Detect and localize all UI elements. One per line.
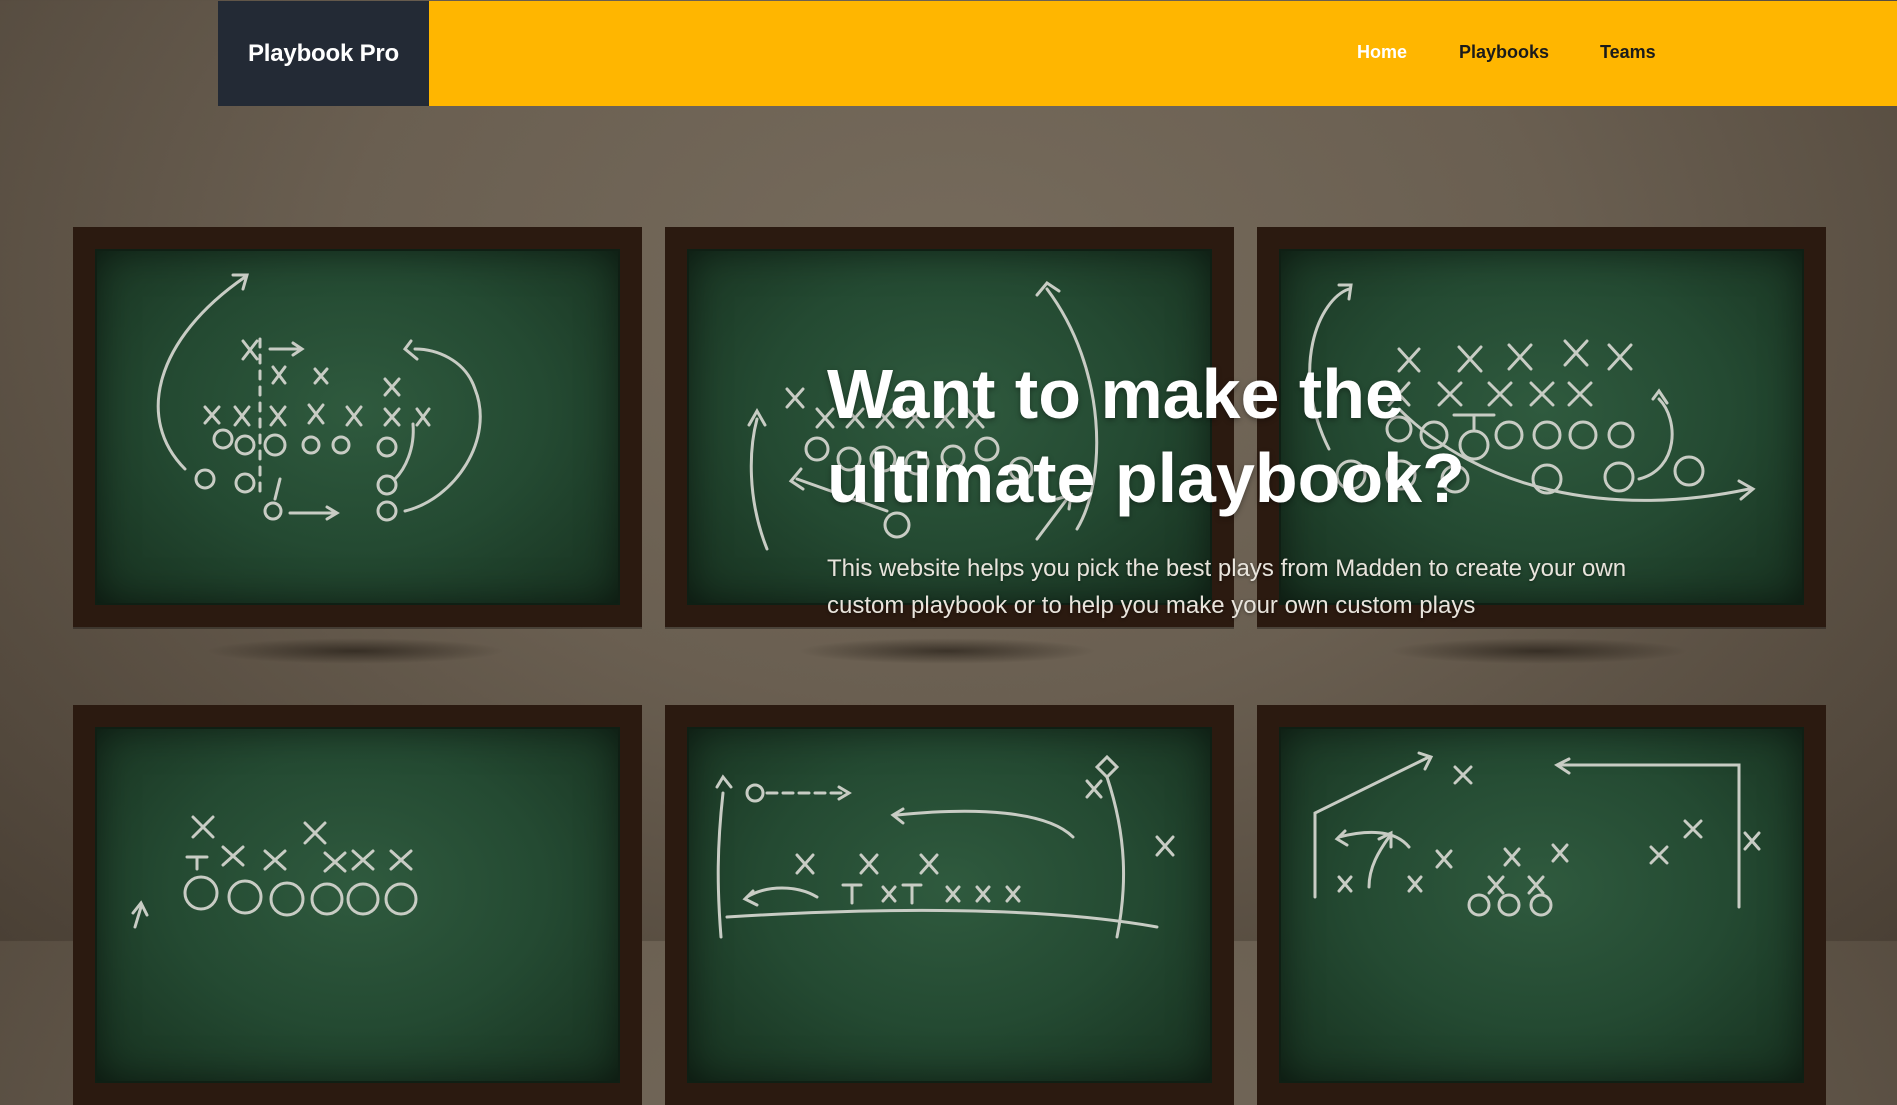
site-header: Playbook Pro Home Playbooks Teams [218, 1, 1897, 106]
chalkboard-image [665, 705, 1234, 1105]
hero-description-line: This website helps you pick the best pla… [827, 555, 1627, 582]
nav-home-link[interactable]: Home [1357, 42, 1407, 63]
hero-description-line: custom playbook or to help you make your… [827, 592, 1476, 619]
hero-description: This website helps you pick the best pla… [827, 550, 1707, 624]
nav-teams-link[interactable]: Teams [1600, 42, 1656, 63]
chalkboard-image [1257, 705, 1826, 1105]
hero-title-line: ultimate playbook? [827, 439, 1465, 517]
brand-logo[interactable]: Playbook Pro [218, 1, 429, 106]
chalkboard-image [73, 705, 642, 1105]
hero-title: Want to make the ultimate playbook? [827, 352, 1527, 520]
chalkboard-image [73, 227, 642, 627]
nav-playbooks-link[interactable]: Playbooks [1459, 42, 1549, 63]
hero-title-line: Want to make the [827, 355, 1404, 433]
